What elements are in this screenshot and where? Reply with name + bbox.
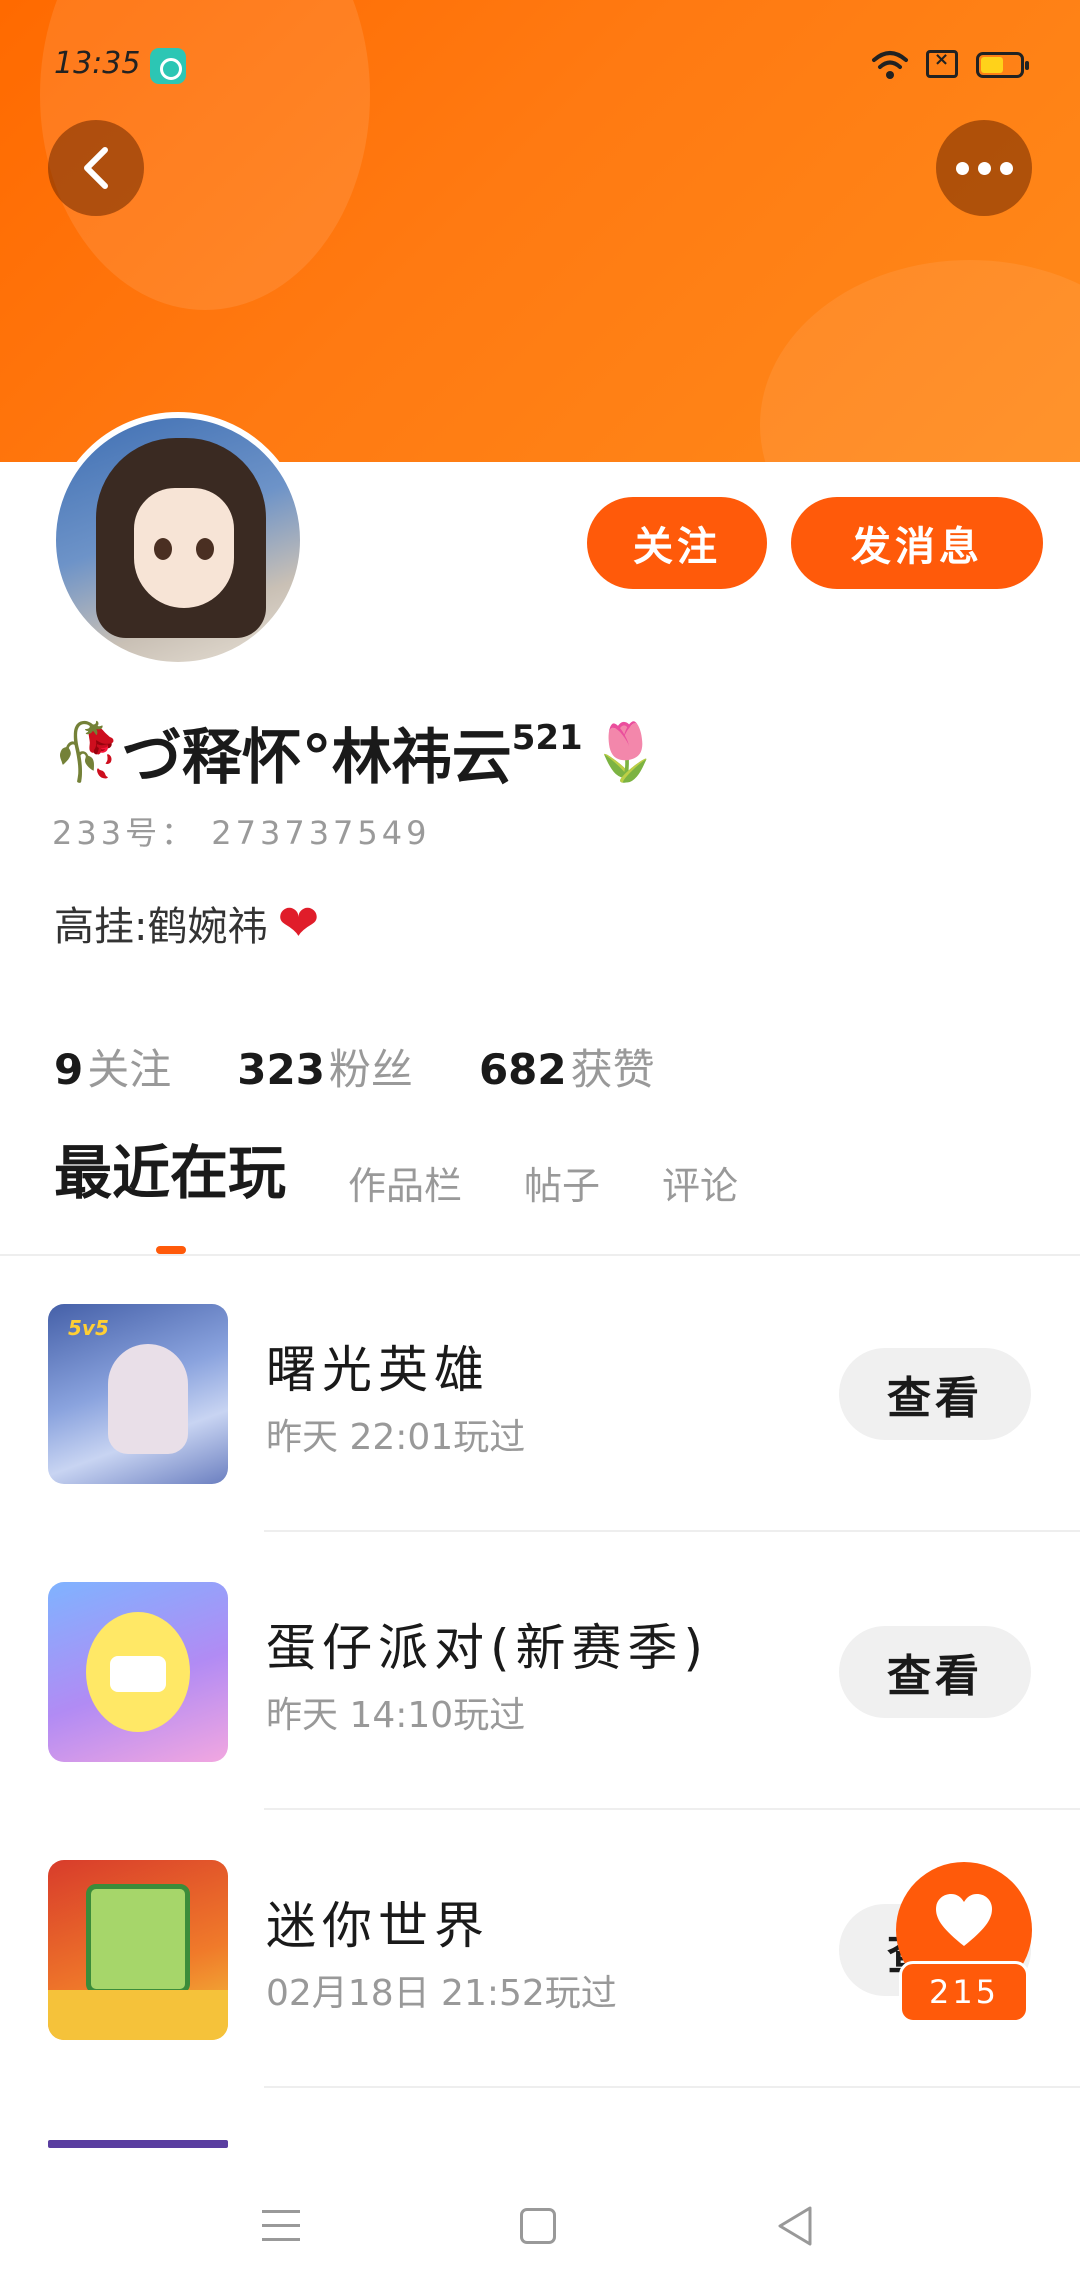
game-icon[interactable] [48,2140,228,2148]
stat-following[interactable]: 9关注 [54,1036,171,1097]
bio-text: 高挂:鹤婉祎 [54,904,268,950]
tab-posts[interactable]: 帖子 [524,1155,600,1214]
wilted-rose-emoji: 🥀 [52,720,122,785]
wifi-icon [872,51,908,79]
stat-likes[interactable]: 682获赞 [479,1036,655,1097]
status-bar: 13:35 × [0,38,1080,92]
send-message-button[interactable]: 发消息 [791,497,1043,589]
heart-icon [936,1894,992,1946]
menu-icon[interactable] [262,2210,300,2242]
view-button[interactable]: 查看 [839,1626,1031,1718]
avatar[interactable] [50,412,306,668]
system-navigation-bar [0,2160,1080,2280]
banner-decoration [760,260,1080,462]
username-text: づ释怀°林祎云 [121,722,512,793]
app-notification-icon [150,48,186,84]
like-count-badge: 215 [899,1961,1029,2023]
divider [264,1808,1080,1810]
more-dots-icon [955,161,1013,175]
stat-fans[interactable]: 323粉丝 [237,1036,413,1097]
battery-icon [976,52,1029,78]
back-button[interactable] [48,120,144,216]
game-played-time: 昨天 22:01玩过 [266,1417,526,1458]
divider [264,1530,1080,1532]
divider [264,2086,1080,2088]
profile-tabs: 最近在玩 作品栏 帖子 评论 [54,1139,800,1214]
chevron-left-icon [84,147,108,189]
game-name: 迷你世界 [266,1897,490,1955]
profile-stats: 9关注 323粉丝 682获赞 [54,1036,655,1097]
divider [0,1254,1080,1256]
tulip-emoji: 🌷 [590,720,661,785]
active-tab-indicator [156,1246,186,1254]
home-icon[interactable] [520,2208,556,2244]
game-icon[interactable] [48,1860,228,2040]
user-id: 233号： 273737549 [52,814,431,852]
game-name: 曙光英雄 [266,1341,490,1399]
username: 🥀 づ释怀°林祎云 521 🌷 [52,712,661,793]
game-row[interactable]: 蛋仔派对(新赛季) 昨天 14:10玩过 查看 [0,1582,1080,1860]
game-played-time: 02月18日 21:52玩过 [266,1973,617,2014]
bio: 高挂:鹤婉祎 ❤ [54,894,319,952]
game-icon[interactable] [48,1582,228,1762]
game-name: 蛋仔派对(新赛季) [266,1619,710,1677]
heart-emoji: ❤ [277,894,320,952]
username-suffix: 521 [511,718,583,758]
tab-comments[interactable]: 评论 [662,1155,738,1214]
back-triangle-icon[interactable] [774,2204,814,2248]
follow-button[interactable]: 关注 [587,497,767,589]
game-row[interactable]: 5v5 曙光英雄 昨天 22:01玩过 查看 [0,1304,1080,1582]
game-icon[interactable]: 5v5 [48,1304,228,1484]
sim-x-icon: × [926,49,958,78]
tab-works[interactable]: 作品栏 [348,1155,462,1214]
status-time: 13:35 [54,46,141,81]
tab-recently-played[interactable]: 最近在玩 [54,1126,286,1214]
game-played-time: 昨天 14:10玩过 [266,1695,526,1736]
view-button[interactable]: 查看 [839,1348,1031,1440]
more-button[interactable] [936,120,1032,216]
